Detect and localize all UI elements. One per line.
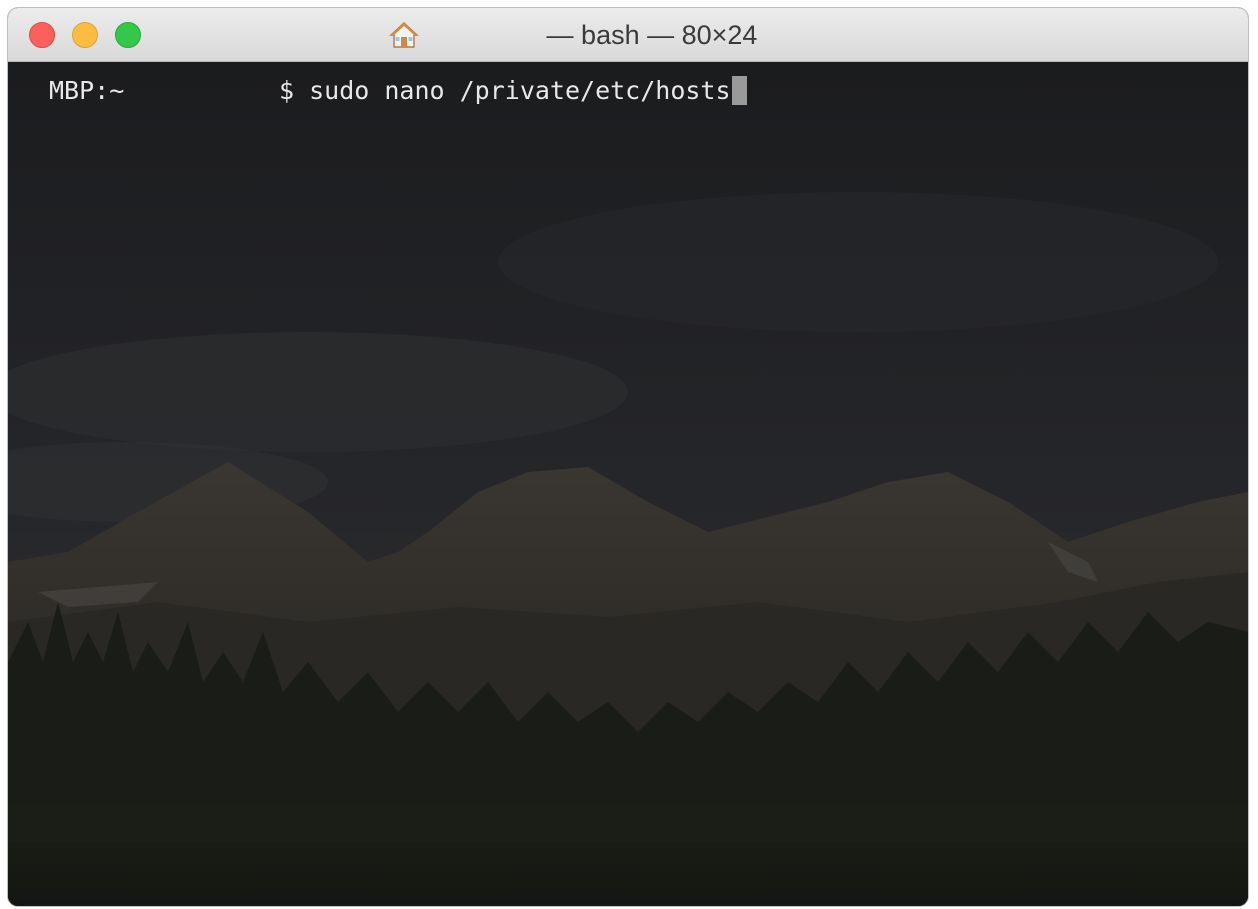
window-title: — bash — 80×24 bbox=[546, 19, 758, 50]
window-title-area: — bash — 80×24 bbox=[8, 8, 1248, 62]
wallpaper-background bbox=[8, 62, 1248, 906]
title-bar[interactable]: — bash — 80×24 bbox=[8, 8, 1248, 62]
prompt-command-wrap: $ sudo nano /private/etc/hosts bbox=[279, 76, 747, 105]
prompt-hostname: MBP:~ bbox=[49, 76, 125, 105]
text-cursor bbox=[731, 76, 747, 105]
terminal-window: — bash — 80×24 MBP:~ $ sudo nano /privat… bbox=[8, 8, 1248, 906]
prompt-command: $ sudo nano /private/etc/hosts bbox=[279, 76, 731, 105]
terminal-prompt-line: MBP:~ $ sudo nano /private/etc/hosts bbox=[8, 76, 1248, 112]
terminal-content[interactable]: MBP:~ $ sudo nano /private/etc/hosts bbox=[8, 62, 1248, 906]
home-icon bbox=[388, 22, 419, 48]
